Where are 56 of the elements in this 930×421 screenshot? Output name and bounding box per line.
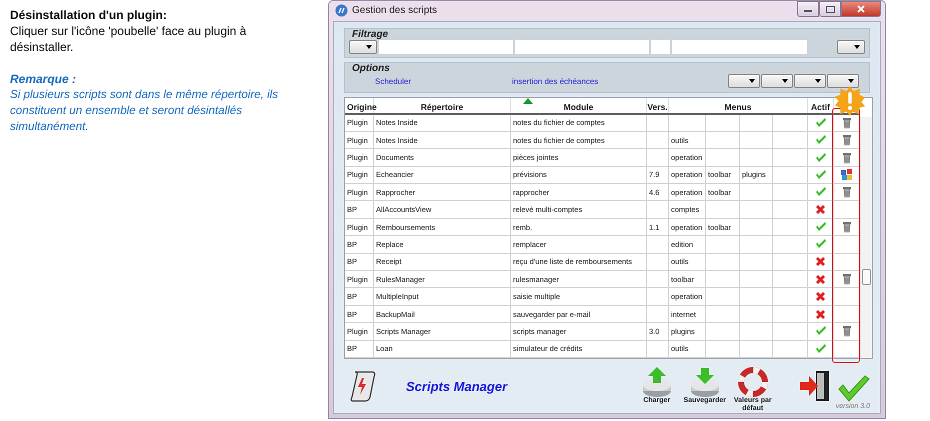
- caret-icon: [848, 79, 854, 84]
- instruction-heading: Désinstallation d'un plugin:: [10, 7, 168, 23]
- dropdown[interactable]: [761, 74, 793, 88]
- lifebuoy-icon: [738, 367, 768, 397]
- dropdown[interactable]: [349, 40, 377, 54]
- close-button[interactable]: [841, 1, 881, 17]
- trash-icon: [842, 134, 852, 146]
- option-link[interactable]: insertion des échéances: [512, 76, 598, 86]
- caret-icon: [815, 79, 821, 84]
- trash-icon: [842, 152, 852, 164]
- note-title: Remarque :: [10, 71, 78, 87]
- scroll-icon: [350, 369, 378, 403]
- column-header[interactable]: Actif: [811, 102, 830, 112]
- maximize-button[interactable]: [819, 1, 841, 17]
- ok-button[interactable]: [838, 374, 870, 402]
- dropdown[interactable]: [827, 74, 859, 88]
- column-header[interactable]: Vers.: [647, 102, 668, 112]
- disk-icon: [690, 367, 720, 397]
- caret-icon: [366, 44, 372, 49]
- group-title: Options: [351, 62, 391, 74]
- filter-field[interactable]: [651, 40, 670, 54]
- trash-icon: [842, 221, 852, 234]
- filter-field[interactable]: [672, 40, 807, 54]
- dropdown[interactable]: [794, 74, 826, 88]
- trash-icon: [842, 325, 852, 338]
- caret-icon: [854, 44, 860, 49]
- disk-icon: [642, 367, 672, 397]
- column-header[interactable]: Module: [564, 102, 594, 112]
- instruction-text: Cliquer sur l'icône 'poubelle' face au plugin à désinstaller.: [10, 23, 248, 55]
- check-icon: [838, 374, 870, 402]
- caret-icon: [749, 79, 755, 84]
- app-name: Scripts Manager: [406, 378, 508, 394]
- option-link[interactable]: Scheduler: [375, 76, 512, 86]
- trash-icon: [842, 186, 852, 198]
- dropdown[interactable]: [728, 74, 760, 88]
- scrollbar[interactable]: [860, 116, 872, 358]
- column-header[interactable]: Origine: [347, 102, 377, 112]
- trash-icon: [842, 273, 852, 286]
- caret-icon: [782, 79, 788, 84]
- exit-button[interactable]: [800, 370, 830, 402]
- note-text: Si plusieurs scripts sont dans le même répertoire, ils constituent un ensemble et seront désintallés simultanément.: [10, 87, 280, 135]
- filter-field[interactable]: [515, 40, 649, 54]
- scroll-thumb[interactable]: [862, 268, 871, 285]
- trash-icon: [842, 116, 852, 129]
- dropdown[interactable]: [837, 40, 865, 54]
- maximize-icon: [826, 6, 834, 12]
- filter-field[interactable]: [379, 40, 513, 54]
- minimize-button[interactable]: [797, 1, 819, 17]
- door-arrow-icon: [800, 370, 830, 402]
- app-logo-icon: [335, 4, 348, 18]
- column-header[interactable]: Menus: [724, 102, 752, 112]
- column-header[interactable]: Répertoire: [420, 102, 464, 112]
- close-icon: [857, 5, 865, 13]
- group-title: Filtrage: [351, 28, 390, 40]
- tiles-icon: [841, 169, 852, 180]
- window-title: Gestion des scripts: [352, 5, 438, 16]
